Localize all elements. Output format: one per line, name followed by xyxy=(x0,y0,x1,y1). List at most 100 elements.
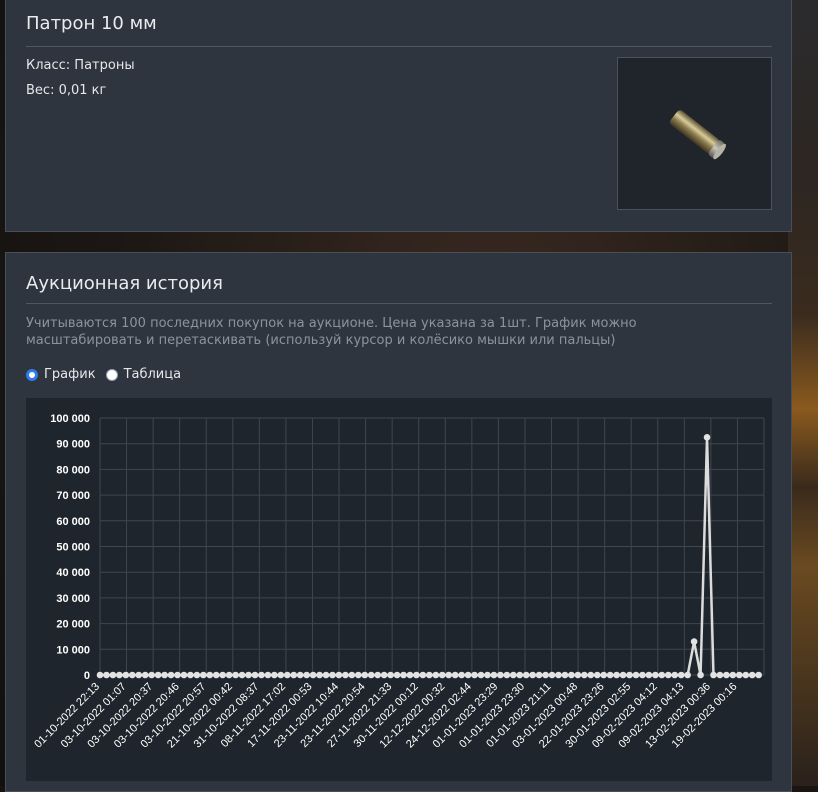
price-point xyxy=(684,671,691,679)
item-card: Патрон 10 мм Класс: Патроны Вес: 0,01 кг xyxy=(5,0,792,232)
price-point xyxy=(232,671,239,679)
price-point xyxy=(503,671,511,679)
price-point xyxy=(251,671,259,679)
price-point xyxy=(742,671,750,679)
price-point xyxy=(748,671,756,679)
price-chart-svg[interactable]: 0 10 000 20 000 30 000 40 000 50 000 60 000 70 … xyxy=(26,398,772,781)
item-image-frame xyxy=(617,57,772,210)
price-point xyxy=(296,671,304,679)
chart-view-label[interactable]: График xyxy=(44,367,96,382)
price-point xyxy=(438,671,446,679)
price-point xyxy=(309,671,317,679)
price-point xyxy=(516,671,524,679)
price-point xyxy=(367,671,375,679)
price-point xyxy=(477,671,485,679)
price-point xyxy=(348,671,356,679)
price-point xyxy=(245,671,252,679)
price-point xyxy=(335,671,343,679)
price-point xyxy=(755,671,762,679)
price-point xyxy=(555,671,562,679)
price-point xyxy=(736,671,743,679)
price-point xyxy=(135,671,143,679)
price-point xyxy=(374,671,381,679)
item-title-divider xyxy=(26,46,772,47)
price-point xyxy=(703,433,711,441)
price-point xyxy=(535,671,543,679)
price-point xyxy=(458,671,465,679)
price-point xyxy=(600,671,608,679)
price-point xyxy=(652,671,659,679)
y-tick-label: 90 000 xyxy=(56,439,90,451)
price-point xyxy=(116,671,123,679)
y-tick-label: 40 000 xyxy=(56,567,90,579)
price-chart[interactable]: 0 10 000 20 000 30 000 40 000 50 000 60 000 70 … xyxy=(26,398,772,781)
price-point xyxy=(361,671,369,679)
y-tick-label: 10 000 xyxy=(56,644,90,656)
price-point xyxy=(509,671,517,679)
item-weight: Вес: 0,01 кг xyxy=(26,83,107,98)
price-point xyxy=(606,671,614,679)
price-point xyxy=(645,671,653,679)
price-point xyxy=(206,671,214,679)
price-point xyxy=(316,671,323,679)
price-point xyxy=(219,671,226,679)
price-point xyxy=(729,671,737,679)
price-point xyxy=(426,671,433,679)
price-point xyxy=(548,671,556,679)
price-point xyxy=(141,671,149,679)
price-point xyxy=(200,671,207,679)
price-point xyxy=(283,671,291,679)
price-point xyxy=(568,671,575,679)
price-point xyxy=(542,671,549,679)
price-point xyxy=(148,671,155,679)
price-point xyxy=(271,671,278,679)
price-point xyxy=(322,671,330,679)
price-point xyxy=(174,671,181,679)
price-point xyxy=(212,671,220,679)
price-point xyxy=(167,671,175,679)
y-tick-label: 80 000 xyxy=(56,464,90,476)
price-point xyxy=(406,671,414,679)
price-point xyxy=(658,671,666,679)
y-tick-label: 30 000 xyxy=(56,593,90,605)
price-point xyxy=(581,671,588,679)
price-point xyxy=(419,671,427,679)
table-view-radio[interactable] xyxy=(105,368,118,381)
price-point xyxy=(380,671,388,679)
price-point xyxy=(109,671,117,679)
y-tick-label: 70 000 xyxy=(56,490,90,502)
price-point xyxy=(225,671,233,679)
price-point xyxy=(522,671,530,679)
price-point xyxy=(723,671,730,679)
price-point xyxy=(619,671,627,679)
auction-description: Учитываются 100 последних покупок на аук… xyxy=(26,316,637,348)
y-tick-label: 60 000 xyxy=(56,516,90,528)
price-point xyxy=(561,671,569,679)
chart-view-radio[interactable] xyxy=(26,368,38,381)
price-point xyxy=(264,671,272,679)
price-point xyxy=(103,671,110,679)
price-point xyxy=(413,671,420,679)
price-point xyxy=(464,671,472,679)
table-view-label[interactable]: Таблица xyxy=(124,367,182,382)
item-title: Патрон 10 мм xyxy=(26,13,157,34)
price-point xyxy=(471,671,478,679)
y-tick-label: 100 000 xyxy=(50,413,90,425)
price-point xyxy=(187,671,194,679)
price-point xyxy=(626,671,633,679)
price-point xyxy=(342,671,349,679)
item-class: Класс: Патроны xyxy=(26,58,135,73)
price-point xyxy=(587,671,595,679)
price-point xyxy=(122,671,130,679)
background-scenery xyxy=(788,0,818,786)
price-point xyxy=(593,671,601,679)
price-point xyxy=(303,671,310,679)
price-point xyxy=(355,671,362,679)
price-point xyxy=(393,671,401,679)
price-point xyxy=(193,671,201,679)
price-point xyxy=(445,671,453,679)
price-point xyxy=(432,671,440,679)
cartridge-icon xyxy=(670,110,726,160)
price-point xyxy=(639,671,646,679)
price-point xyxy=(96,671,104,679)
